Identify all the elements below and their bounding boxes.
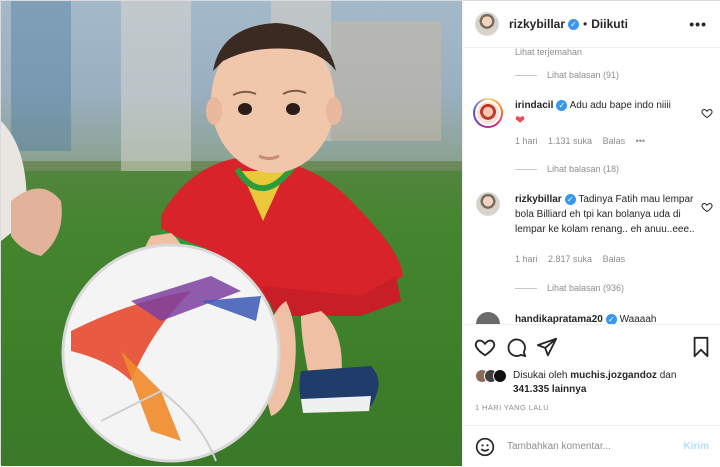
- story-ring[interactable]: [473, 98, 503, 128]
- verified-badge-icon: ✓: [605, 314, 617, 324]
- see-translation-link[interactable]: Lihat terjemahan: [515, 48, 582, 57]
- view-replies-button[interactable]: Lihat balasan (91): [515, 70, 619, 80]
- baby-with-ball-illustration: [1, 1, 462, 466]
- comment-username[interactable]: handikapratama20: [515, 314, 603, 324]
- comment-text: Adu adu bape indo niiii: [569, 100, 671, 111]
- verified-badge-icon: ✓: [564, 194, 576, 205]
- heart-icon[interactable]: [474, 336, 496, 358]
- liked-by-summary: Disukai oleh muchis.jozgandoz dan 341.33…: [475, 369, 711, 397]
- comment-text: Waaaah: [619, 314, 657, 324]
- avatar: [493, 369, 507, 383]
- more-horizontal-icon[interactable]: •••: [689, 16, 707, 32]
- follow-status-button[interactable]: Diikuti: [591, 17, 628, 31]
- avatar: [476, 192, 500, 216]
- reply-button[interactable]: Balas: [603, 254, 626, 264]
- verified-badge-icon: ✓: [556, 100, 568, 111]
- liked-by-prefix: Disukai oleh: [513, 370, 568, 381]
- liked-by-conj: dan: [659, 370, 677, 381]
- comment-meta: 1 hari 2.817 suka Balas: [515, 254, 633, 264]
- comment-time: 1 hari: [515, 136, 538, 146]
- comment-likes[interactable]: 2.817 suka: [548, 254, 592, 264]
- comment-username[interactable]: irindacil: [515, 100, 553, 111]
- post-date[interactable]: 1 HARI YANG LALU: [475, 403, 549, 412]
- comment-item: irindacil ✓ Adu adu bape indo niiii ❤ 1 h…: [473, 98, 713, 198]
- reply-button[interactable]: Balas: [603, 136, 626, 146]
- avatar[interactable]: [475, 12, 499, 36]
- heart-icon[interactable]: [701, 107, 713, 119]
- post-photo[interactable]: [1, 1, 462, 466]
- avatar-wrapper[interactable]: [476, 192, 500, 216]
- separator-dot: •: [583, 17, 588, 31]
- emoji-smile-icon[interactable]: [475, 437, 495, 457]
- avatar: [476, 312, 500, 324]
- view-replies-button[interactable]: Lihat balasan (936): [515, 283, 624, 293]
- red-heart-emoji: ❤: [515, 113, 526, 127]
- post-comment-button[interactable]: Kirim: [683, 441, 709, 452]
- comment-item: handikapratama20 ✓ Waaaah: [473, 312, 713, 324]
- view-replies-button[interactable]: Lihat balasan (18): [515, 164, 619, 174]
- post-actions: Disukai oleh muchis.jozgandoz dan 341.33…: [463, 324, 720, 466]
- view-replies-label: Lihat balasan (936): [547, 283, 625, 293]
- share-icon[interactable]: [536, 336, 558, 358]
- comment-options-icon[interactable]: •••: [636, 136, 645, 146]
- comment-body: irindacil ✓ Adu adu bape indo niiii ❤: [515, 98, 695, 129]
- liked-by-avatars: [475, 369, 507, 388]
- comment-likes[interactable]: 1.131 suka: [548, 136, 592, 146]
- comment-meta: 1 hari 1.131 suka Balas •••: [515, 136, 653, 146]
- liked-by-user-link[interactable]: muchis.jozgandoz: [570, 370, 657, 381]
- post-details-panel: rizkybillar ✓ • Diikuti ••• Lihat terjem…: [462, 1, 720, 466]
- verified-badge-icon: ✓: [568, 18, 580, 30]
- liked-by-others-link[interactable]: 341.335 lainnya: [513, 384, 586, 395]
- comment-body: rizkybillar ✓ Tadinya Fatih mau lempar bo…: [515, 192, 695, 237]
- comment-username[interactable]: rizkybillar: [515, 194, 562, 205]
- owner-username[interactable]: rizkybillar: [509, 17, 565, 31]
- post-header: rizkybillar ✓ • Diikuti •••: [463, 1, 720, 48]
- view-replies-label: Lihat balasan (18): [547, 164, 620, 174]
- add-comment-bar: Kirim: [463, 425, 720, 467]
- comment-icon[interactable]: [505, 336, 527, 358]
- comment-input[interactable]: [507, 441, 667, 452]
- avatar: [475, 100, 501, 126]
- replies-divider: [515, 287, 537, 289]
- avatar-wrapper[interactable]: [476, 312, 500, 324]
- view-replies-label: Lihat balasan (91): [547, 70, 620, 80]
- comment-item: rizkybillar ✓ Tadinya Fatih mau lempar bo…: [473, 192, 713, 272]
- comment-time: 1 hari: [515, 254, 538, 264]
- bookmark-icon[interactable]: [690, 336, 712, 358]
- comment-body: handikapratama20 ✓ Waaaah: [515, 312, 695, 324]
- instagram-post-modal: rizkybillar ✓ • Diikuti ••• Lihat terjem…: [0, 0, 720, 466]
- comments-list[interactable]: Lihat terjemahan Lihat balasan (91) irin…: [463, 48, 720, 324]
- replies-divider: [515, 168, 537, 170]
- heart-icon[interactable]: [701, 201, 713, 213]
- replies-divider: [515, 74, 537, 76]
